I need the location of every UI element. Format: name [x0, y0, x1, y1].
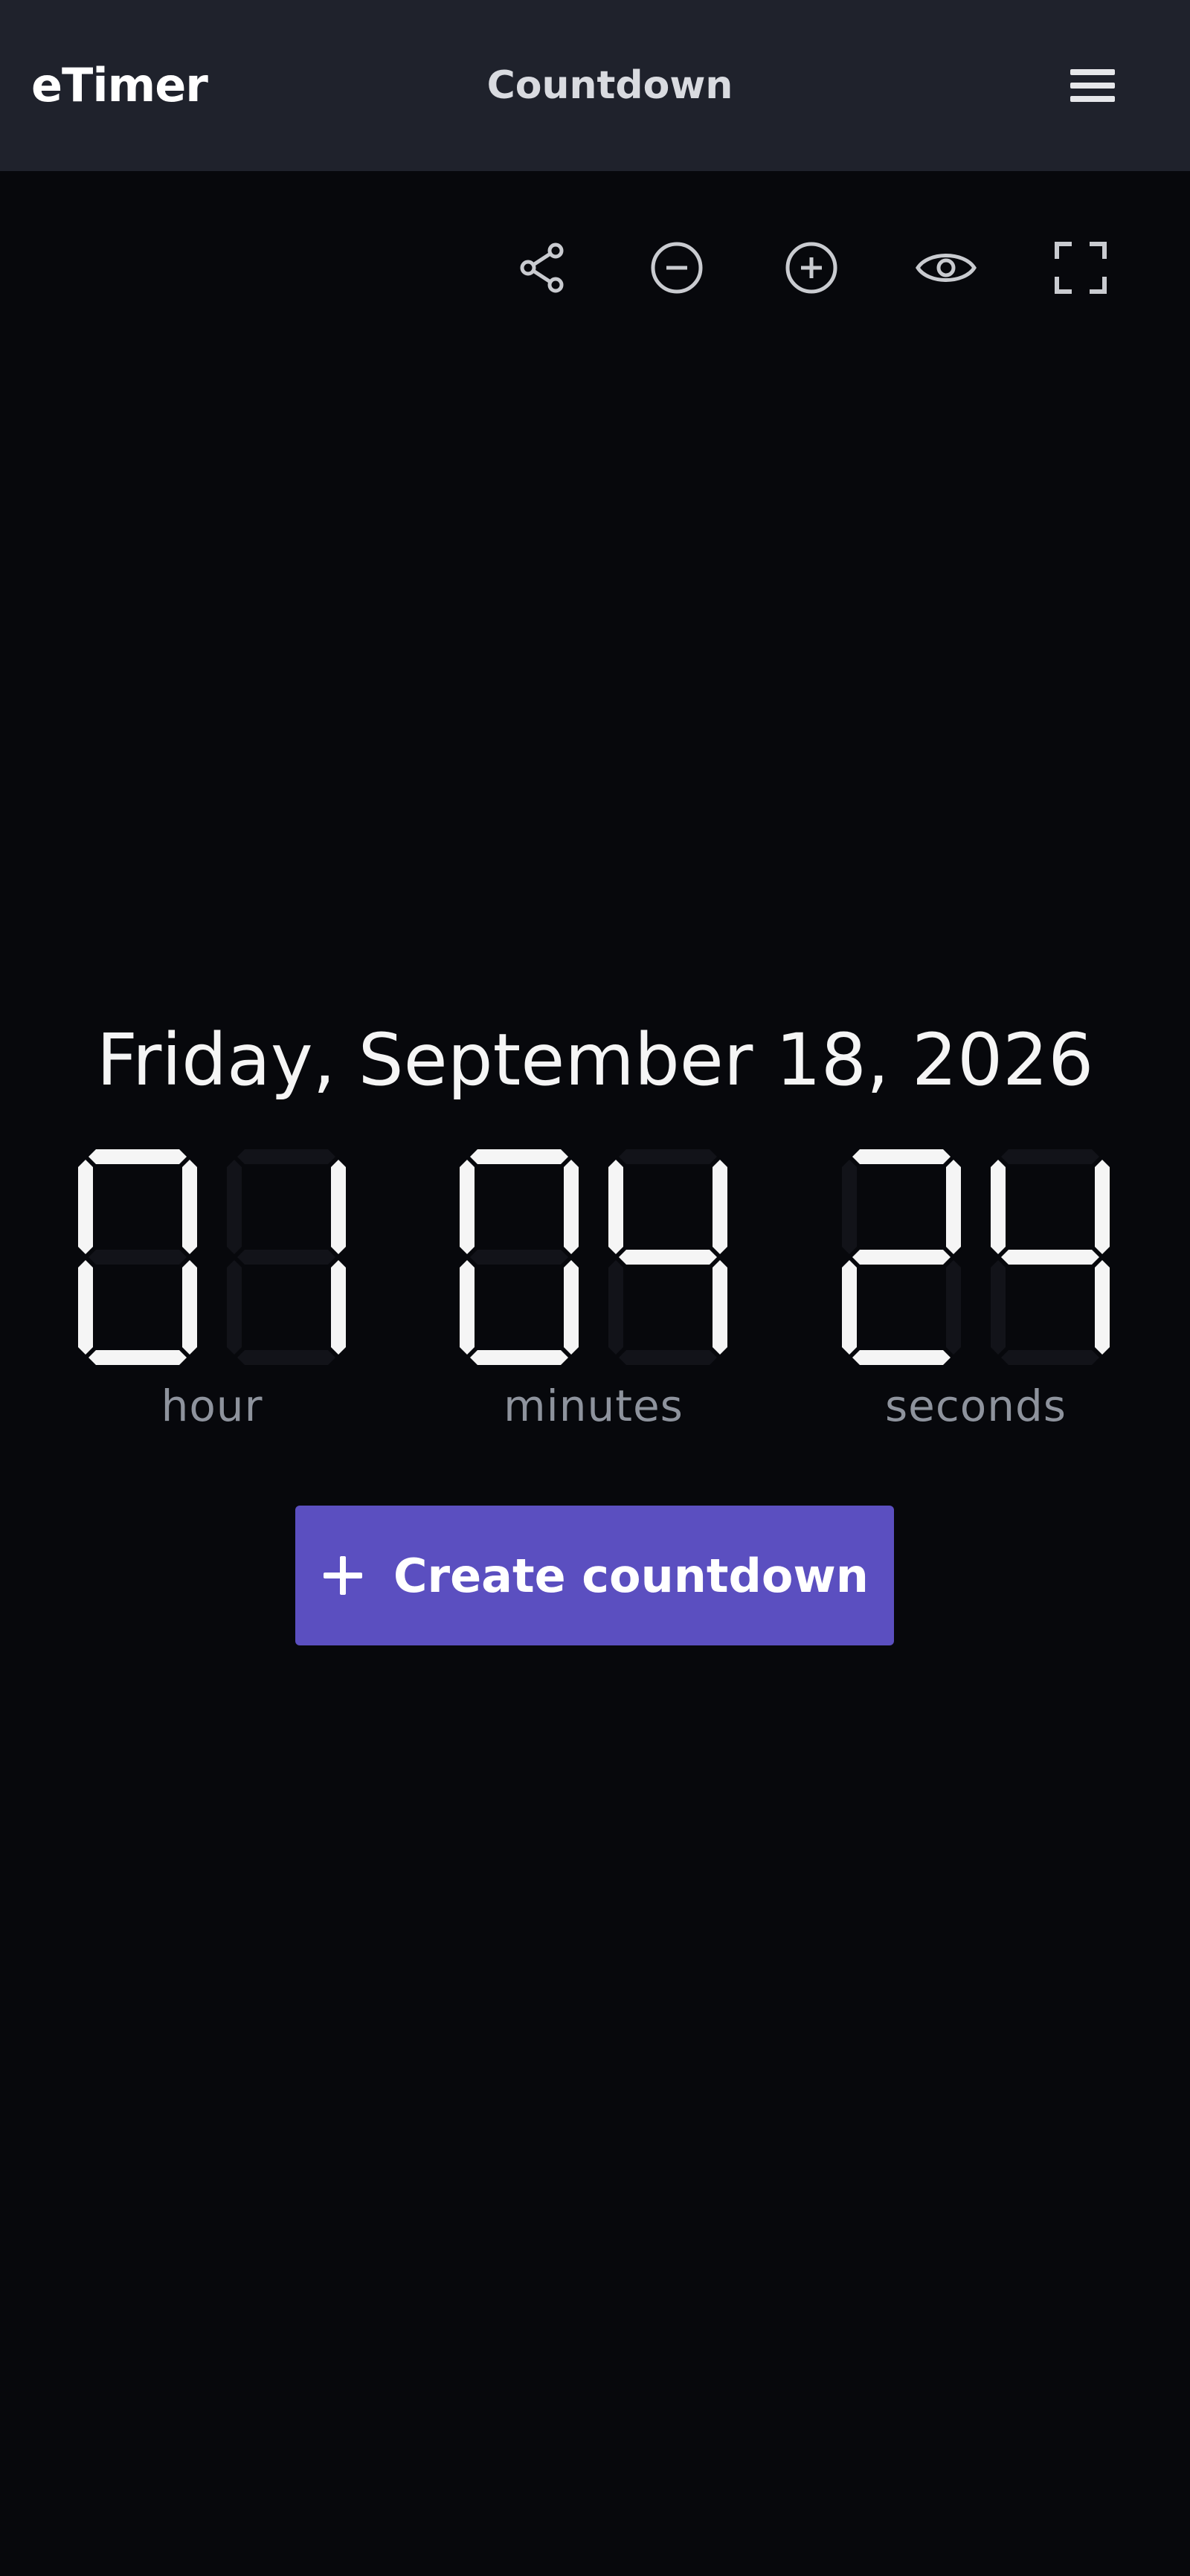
digit-segment-b	[331, 1160, 346, 1254]
view-button[interactable]	[909, 231, 983, 305]
digit-segment-g	[237, 1250, 335, 1265]
seconds-label: seconds	[884, 1381, 1067, 1431]
fullscreen-button[interactable]	[1043, 231, 1118, 305]
plus-icon	[324, 1556, 363, 1595]
seconds-display	[842, 1149, 1110, 1372]
create-countdown-label: Create countdown	[393, 1548, 869, 1603]
fullscreen-icon	[1055, 242, 1107, 294]
digit-segment-b	[713, 1160, 727, 1254]
digit-segment-g	[89, 1250, 187, 1265]
share-icon	[520, 242, 564, 293]
minutes-digit-tens	[460, 1149, 579, 1365]
hours-digit-ones	[227, 1149, 346, 1365]
digit-segment-g	[470, 1250, 568, 1265]
create-countdown-button[interactable]: Create countdown	[295, 1506, 894, 1645]
menu-button[interactable]	[1056, 56, 1129, 115]
digit-segment-e	[227, 1260, 242, 1355]
digit-segment-d	[1001, 1350, 1099, 1365]
digit-segment-c	[182, 1260, 197, 1355]
digit-segment-a	[619, 1149, 717, 1164]
digit-segment-f	[991, 1160, 1006, 1254]
seconds-digit-ones	[991, 1149, 1110, 1365]
minutes-digit-ones	[608, 1149, 727, 1365]
digit-segment-e	[842, 1260, 857, 1355]
digit-segment-d	[470, 1350, 568, 1365]
digit-segment-a	[852, 1149, 951, 1164]
app-header: eTimer Countdown	[0, 0, 1190, 171]
app-logo[interactable]: eTimer	[31, 0, 208, 171]
digit-segment-a	[1001, 1149, 1099, 1164]
digit-segment-f	[78, 1160, 93, 1254]
seconds-digit-tens	[842, 1149, 961, 1365]
hours-label: hour	[161, 1381, 263, 1431]
digit-segment-f	[227, 1160, 242, 1254]
hours-digit-tens	[78, 1149, 197, 1365]
hours-display	[78, 1149, 346, 1372]
digit-segment-b	[182, 1160, 197, 1254]
digit-segment-e	[608, 1260, 623, 1355]
plus-circle-icon	[785, 242, 837, 294]
minutes-label: minutes	[504, 1381, 684, 1431]
toolbar	[0, 231, 1190, 305]
digit-segment-f	[608, 1160, 623, 1254]
zoom-out-button[interactable]	[640, 231, 714, 305]
digit-segment-c	[564, 1260, 579, 1355]
digit-segment-c	[331, 1260, 346, 1355]
digit-segment-f	[460, 1160, 475, 1254]
digit-segment-a	[470, 1149, 568, 1164]
digit-segment-e	[78, 1260, 93, 1355]
digit-segment-e	[991, 1260, 1006, 1355]
hamburger-menu-icon	[1070, 69, 1115, 102]
eye-icon	[916, 254, 977, 282]
minutes-display	[460, 1149, 727, 1372]
digit-segment-c	[713, 1260, 727, 1355]
digit-segment-d	[89, 1350, 187, 1365]
digit-segment-g	[852, 1250, 951, 1265]
share-button[interactable]	[506, 231, 580, 305]
digit-segment-a	[89, 1149, 187, 1164]
zoom-in-button[interactable]	[774, 231, 849, 305]
digit-segment-d	[619, 1350, 717, 1365]
digit-segment-d	[852, 1350, 951, 1365]
minus-circle-icon	[651, 242, 703, 294]
digit-segment-c	[1095, 1260, 1110, 1355]
digit-segment-g	[619, 1250, 717, 1265]
digit-segment-e	[460, 1260, 475, 1355]
digit-segment-g	[1001, 1250, 1099, 1265]
digit-segment-d	[237, 1350, 335, 1365]
digit-segment-b	[1095, 1160, 1110, 1254]
digit-segment-b	[564, 1160, 579, 1254]
target-date: Friday, September 18, 2026	[96, 1018, 1094, 1102]
digit-segment-b	[946, 1160, 961, 1254]
digit-segment-f	[842, 1160, 857, 1254]
digit-segment-c	[946, 1260, 961, 1355]
digit-segment-a	[237, 1149, 335, 1164]
